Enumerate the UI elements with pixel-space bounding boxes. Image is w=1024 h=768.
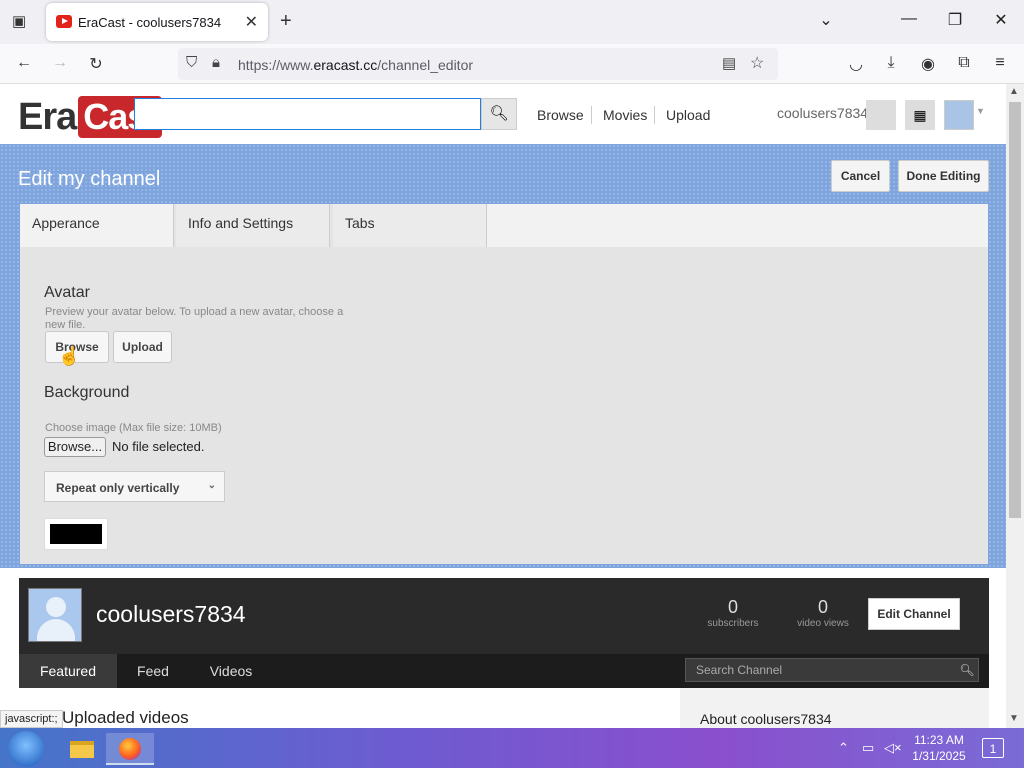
account-icon[interactable]: ◉ — [918, 54, 938, 74]
file-status-text: No file selected. — [112, 439, 205, 454]
restore-icon[interactable]: ❐ — [943, 10, 967, 30]
avatar-help-text: Preview your avatar below. To upload a n… — [45, 306, 344, 331]
taskbar-clock[interactable]: 11:23 AM 1/31/2025 — [900, 732, 978, 764]
apps-grid-icon[interactable]: ▦ — [905, 100, 935, 130]
start-button[interactable] — [8, 731, 44, 767]
about-heading: About coolusers7834 — [700, 711, 832, 727]
network-icon[interactable]: ▭ — [862, 740, 874, 756]
notification-center-icon[interactable]: 1 — [982, 738, 1004, 758]
notifications-button[interactable] — [866, 100, 896, 130]
tray-overflow-icon[interactable]: ⌃ — [838, 740, 849, 756]
web-page: Era Cast 🔍︎ Browse Movies Upload cooluser… — [0, 84, 1006, 728]
extensions-icon[interactable]: ⧉ — [954, 54, 974, 72]
cancel-button[interactable]: Cancel — [831, 160, 890, 192]
scrollbar-thumb[interactable] — [1009, 102, 1021, 518]
reader-view-icon[interactable]: ▤ — [722, 54, 736, 72]
tab-appearance[interactable]: Apperance — [20, 204, 174, 247]
nav-separator — [591, 106, 592, 124]
tab-info-settings[interactable]: Info and Settings — [176, 204, 330, 247]
close-window-icon[interactable]: ✕ — [989, 10, 1013, 30]
channel-tab-featured[interactable]: Featured — [19, 654, 117, 688]
volume-muted-icon[interactable]: ◁× — [884, 740, 902, 756]
repeat-select-value: Repeat only vertically — [56, 481, 180, 495]
minimize-icon[interactable]: — — [897, 10, 921, 28]
color-swatch-fill — [50, 524, 102, 544]
search-icon: 🔍︎ — [489, 105, 509, 122]
site-search-input[interactable] — [134, 98, 481, 130]
uploaded-videos-heading: Uploaded videos — [62, 708, 189, 727]
edit-channel-button[interactable]: Edit Channel — [868, 598, 960, 630]
tab-list-icon[interactable]: ▣ — [12, 12, 26, 30]
file-explorer-icon[interactable] — [58, 733, 106, 765]
tab-close-icon[interactable]: ✕ — [245, 12, 258, 32]
subscribers-stat: 0 subscribers — [707, 597, 759, 629]
search-button[interactable]: 🔍︎ — [481, 98, 517, 130]
lock-icon[interactable]: 🔒︎ — [212, 54, 220, 71]
scroll-up-icon[interactable]: ▲ — [1009, 86, 1019, 97]
tab-overflow-icon[interactable]: ⌄ — [814, 10, 838, 30]
chevron-down-icon: ⌄ — [207, 480, 216, 491]
downloads-icon[interactable]: ⤓ — [881, 54, 901, 72]
pocket-icon[interactable]: ◡ — [846, 54, 866, 74]
firefox-taskbar-icon[interactable] — [106, 733, 154, 765]
menu-icon[interactable]: ≡ — [990, 54, 1010, 72]
username-link[interactable]: coolusers7834 — [777, 105, 868, 121]
scroll-down-icon[interactable]: ▼ — [1009, 713, 1019, 724]
eracast-favicon-icon — [56, 15, 72, 28]
mouse-cursor-icon: ☝ — [58, 346, 81, 366]
shield-icon[interactable]: ⛉ — [186, 54, 197, 71]
tab-strip-filler — [487, 204, 988, 247]
browser-tab[interactable]: EraCast - coolusers7834 ✕ — [46, 3, 268, 41]
background-help-text: Choose image (Max file size: 10MB) — [45, 422, 222, 434]
tab-tabs[interactable]: Tabs — [333, 204, 487, 247]
avatar-dropdown-icon[interactable]: ▼ — [976, 106, 985, 116]
link-status-bar: javascript:; — [0, 710, 63, 728]
forward-icon[interactable]: → — [50, 54, 70, 72]
channel-avatar — [28, 588, 82, 642]
nav-browse[interactable]: Browse — [537, 107, 584, 123]
avatar-heading: Avatar — [44, 284, 90, 301]
channel-search-input[interactable]: Search Channel — [685, 658, 979, 682]
views-stat: 0 video views — [797, 597, 849, 629]
channel-search-icon[interactable]: 🔍︎ — [955, 658, 979, 682]
url-text[interactable]: https://www.eracast.cc/channel_editor — [238, 57, 473, 73]
background-file-button[interactable]: Browse... — [44, 437, 106, 457]
done-editing-button[interactable]: Done Editing — [898, 160, 989, 192]
back-icon[interactable]: ← — [14, 54, 34, 72]
nav-separator — [654, 106, 655, 124]
user-avatar[interactable] — [944, 100, 974, 130]
new-tab-button[interactable]: + — [280, 10, 292, 33]
background-heading: Background — [44, 384, 130, 401]
editor-title: Edit my channel — [18, 168, 161, 190]
channel-tab-feed[interactable]: Feed — [117, 654, 189, 688]
channel-tab-videos[interactable]: Videos — [189, 654, 273, 688]
reload-icon[interactable]: ↻ — [86, 54, 106, 74]
url-bar[interactable]: ⛉ 🔒︎ https://www.eracast.cc/channel_edit… — [178, 48, 778, 80]
tab-title: EraCast - coolusers7834 — [78, 15, 222, 30]
nav-movies[interactable]: Movies — [603, 107, 647, 123]
editor-panel — [20, 204, 988, 564]
avatar-upload-button[interactable]: Upload — [113, 331, 172, 363]
nav-upload[interactable]: Upload — [666, 107, 710, 123]
background-color-picker[interactable] — [44, 518, 108, 550]
channel-name: coolusers7834 — [96, 601, 246, 627]
bookmark-star-icon[interactable]: ☆ — [750, 53, 764, 73]
repeat-select[interactable]: Repeat only vertically ⌄ — [44, 471, 225, 502]
